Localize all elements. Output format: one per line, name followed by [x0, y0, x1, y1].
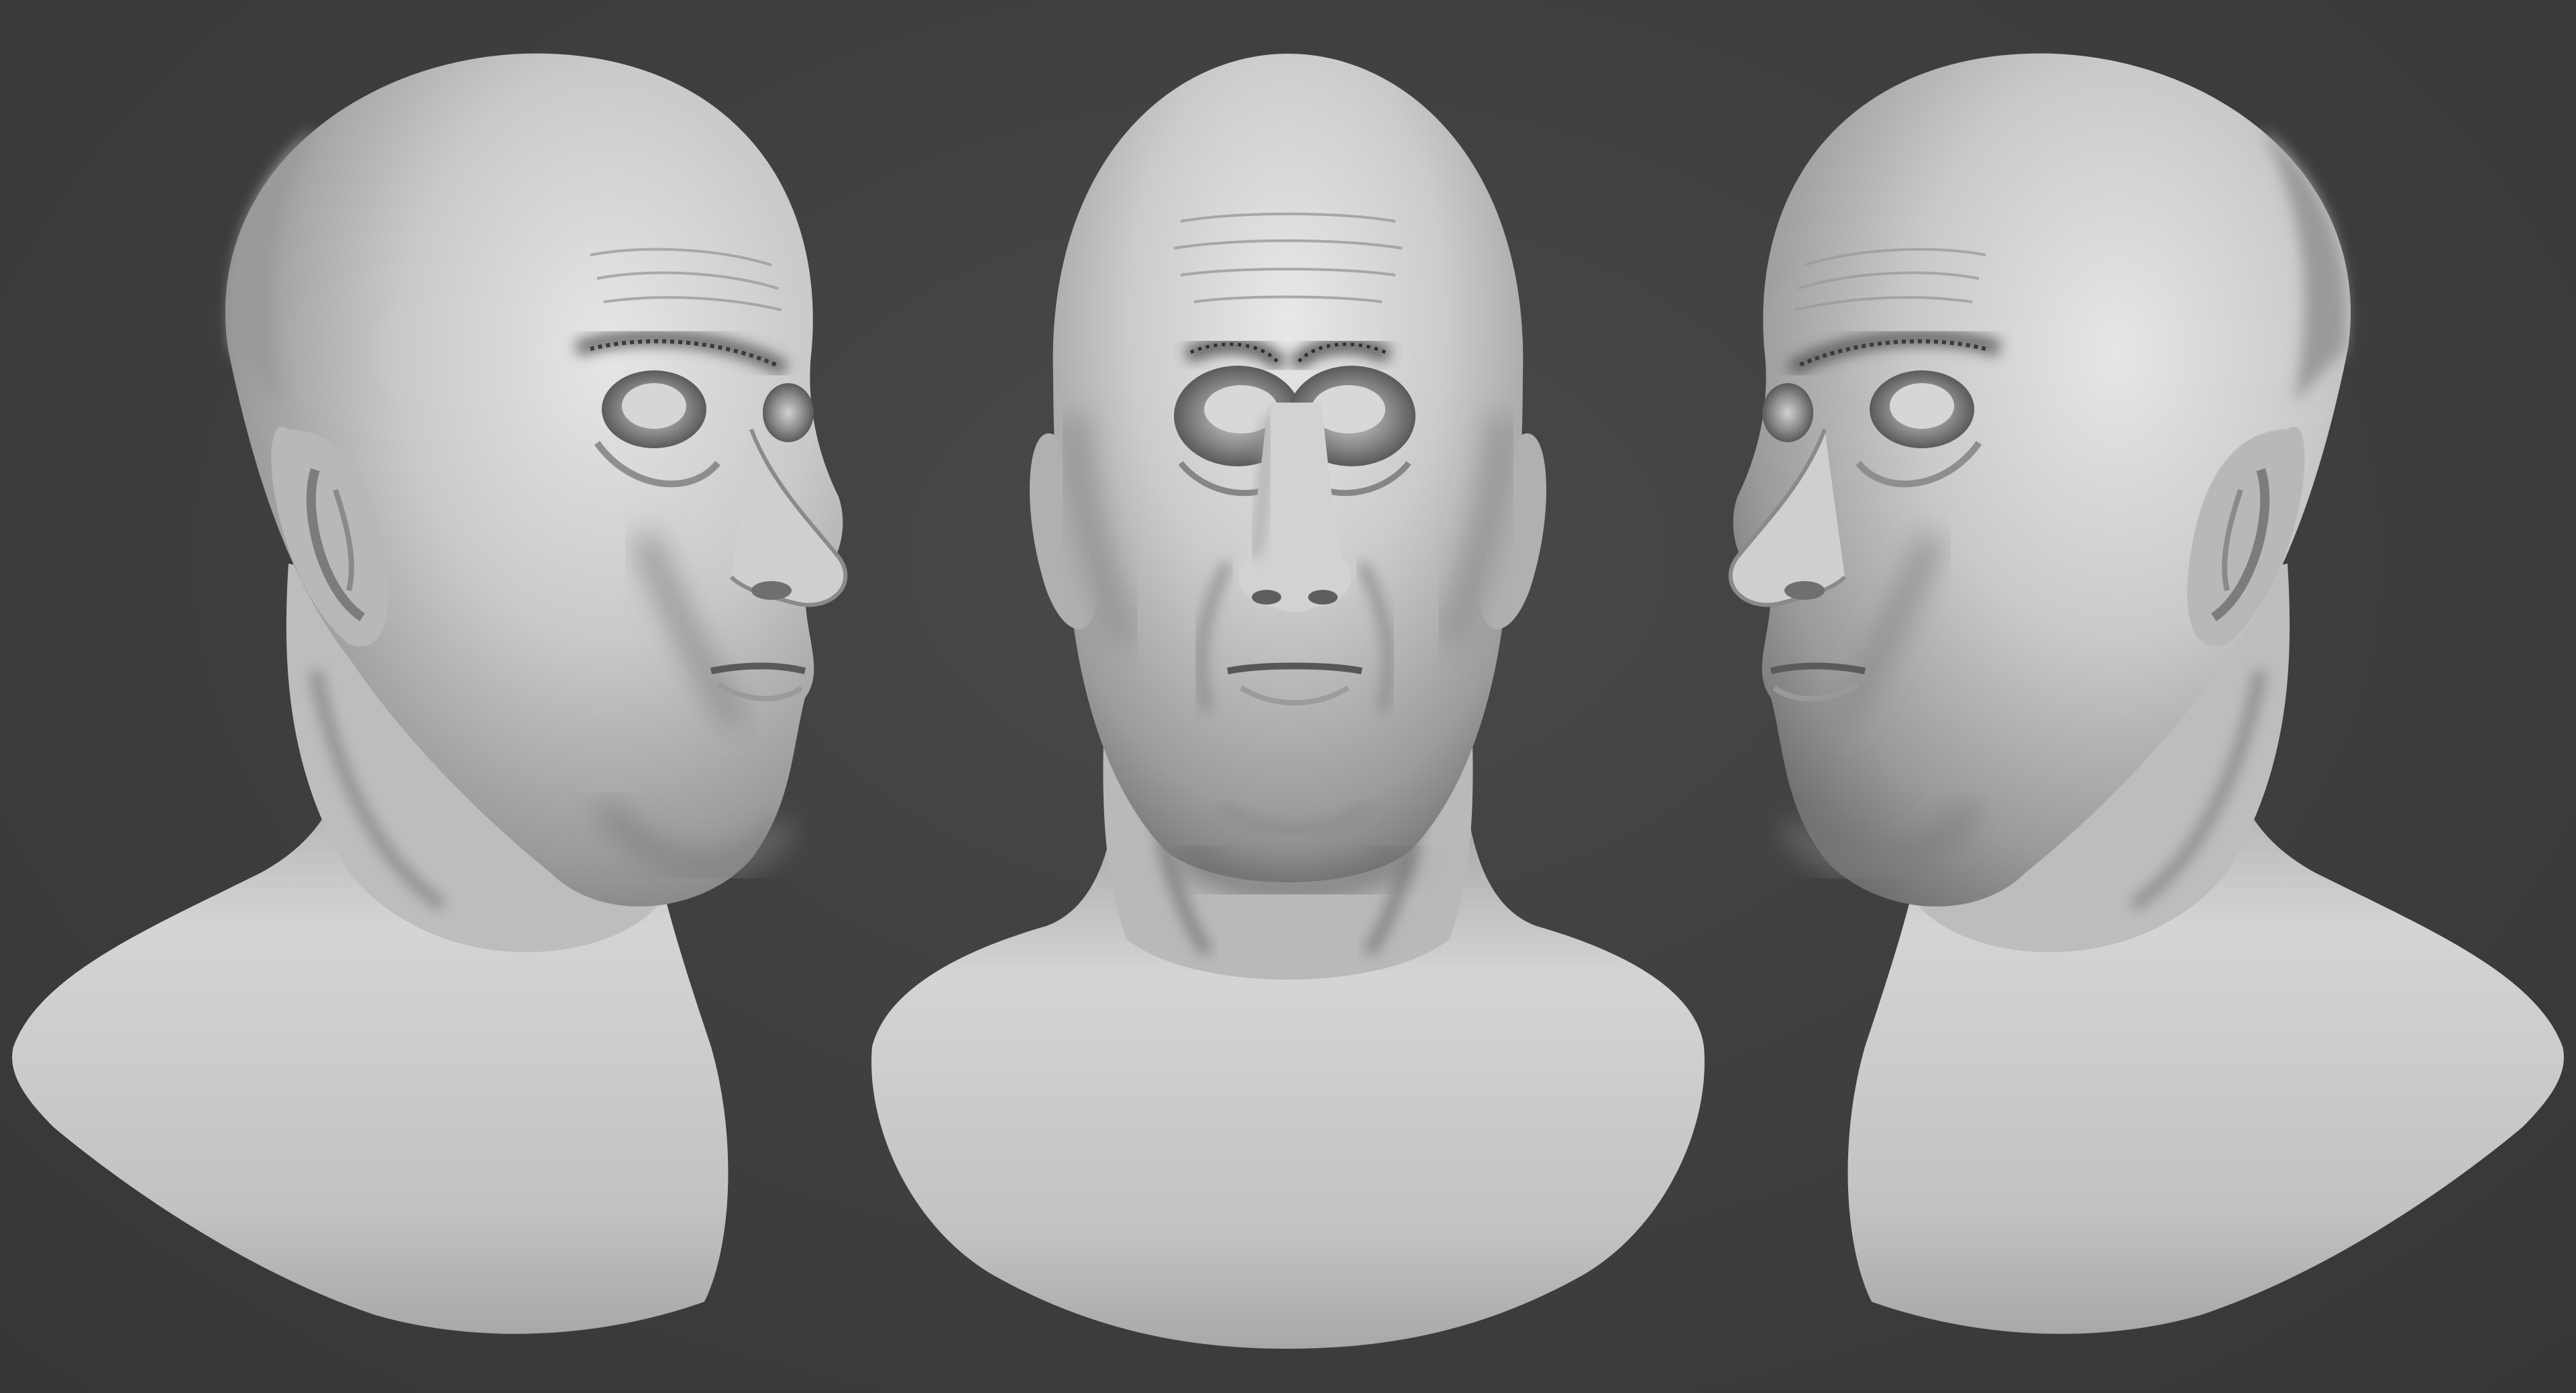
render-viewport: [0, 0, 2576, 1393]
bust-right: [1728, 53, 2564, 1334]
sculpt-render: [12, 53, 2564, 1349]
bust-left: [12, 53, 848, 1334]
bust-center: [871, 54, 1705, 1349]
